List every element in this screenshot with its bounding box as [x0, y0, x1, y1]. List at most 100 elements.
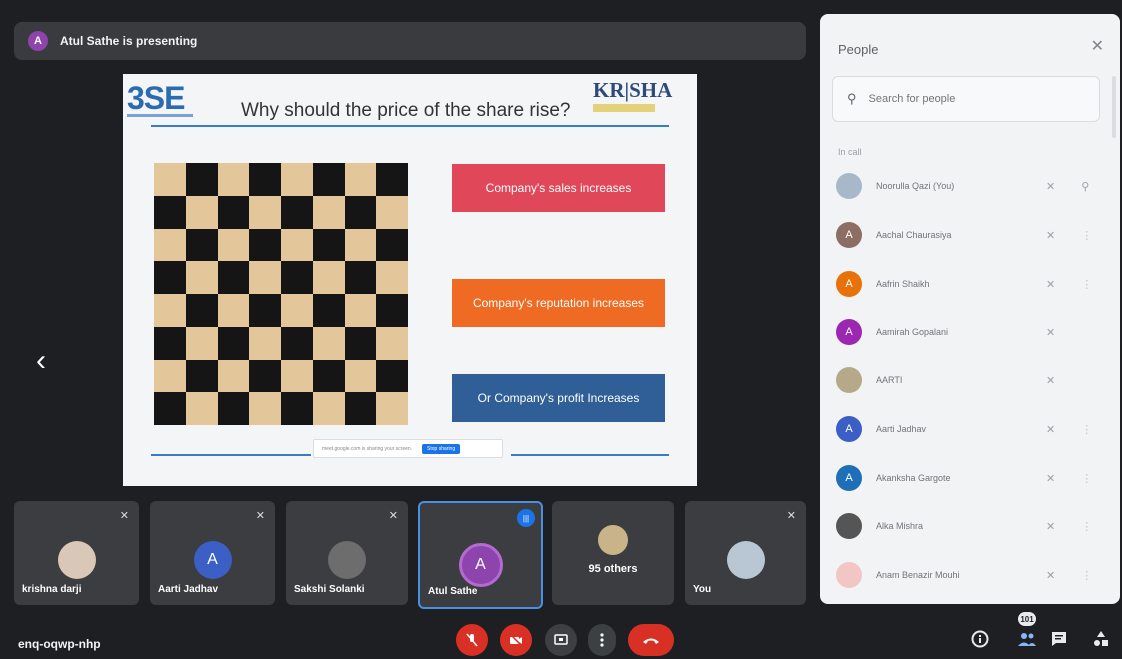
participant-avatar: A — [193, 541, 232, 579]
chessboard-image — [154, 163, 408, 425]
mic-off-icon: ✕ — [1046, 472, 1056, 485]
bse-logo-underline — [127, 114, 193, 117]
activities-icon — [1094, 631, 1108, 646]
activities-button[interactable] — [1088, 626, 1114, 652]
more-options-icon[interactable]: ⋮ — [1081, 472, 1092, 485]
footer-rule-left — [151, 454, 311, 456]
leave-call-button[interactable] — [628, 624, 674, 656]
slide-title: Why should the price of the share rise? — [241, 100, 571, 121]
camera-toggle-button[interactable] — [500, 624, 532, 656]
people-panel: People ✕ ⚲ In call Noorulla Qazi (You) ✕… — [820, 14, 1120, 604]
person-row[interactable]: Alka Mishra ✕ ⋮ — [836, 506, 1104, 546]
people-search-box[interactable]: ⚲ — [832, 76, 1100, 122]
more-options-icon[interactable]: ⋮ — [1081, 569, 1092, 582]
person-name: Anam Benazir Mouhi — [876, 570, 960, 580]
person-row[interactable]: A Aachal Chaurasiya ✕ ⋮ — [836, 215, 1104, 255]
self-photo — [726, 541, 765, 579]
participant-count-badge: 101 — [1018, 612, 1036, 626]
present-screen-button[interactable] — [545, 624, 577, 656]
presenting-label: Atul Sathe is presenting — [60, 34, 198, 48]
more-vert-icon — [600, 633, 604, 647]
people-icon — [1018, 633, 1036, 646]
person-row[interactable]: AARTI ✕ — [836, 360, 1104, 400]
mic-off-icon: ✕ — [1046, 278, 1056, 291]
people-button[interactable] — [1014, 626, 1040, 652]
participant-name: Atul Sathe — [428, 586, 478, 597]
slide-box-profit: Or Company's profit Increases — [452, 374, 665, 422]
participant-tile-active-speaker[interactable]: ||| A Atul Sathe — [418, 501, 543, 609]
chat-icon — [1052, 632, 1066, 646]
person-name: Aachal Chaurasiya — [876, 230, 952, 240]
participant-name: Sakshi Solanki — [294, 584, 365, 595]
person-avatar: A — [836, 271, 862, 297]
share-bar-text: meet.google.com is sharing your screen. — [322, 445, 413, 452]
present-icon — [554, 634, 568, 645]
person-name: Aamirah Gopalani — [876, 327, 949, 337]
previous-page-button[interactable]: ‹ — [36, 346, 46, 376]
more-options-icon[interactable]: ⋮ — [1081, 278, 1092, 291]
krisha-logo-bar — [593, 104, 655, 112]
others-count: 95 others — [588, 563, 638, 575]
mic-off-icon: ✕ — [255, 510, 265, 522]
person-photo — [836, 513, 862, 539]
panel-title: People — [838, 42, 879, 57]
person-name: Akanksha Gargote — [876, 473, 951, 483]
others-tile[interactable]: 95 others — [552, 501, 674, 605]
mic-off-icon: ✕ — [1046, 374, 1056, 387]
pin-icon[interactable]: ⚲ — [1081, 180, 1089, 193]
more-options-icon[interactable]: ⋮ — [1081, 520, 1092, 533]
person-row[interactable]: Anam Benazir Mouhi ✕ ⋮ — [836, 555, 1104, 595]
screen-share-bar: meet.google.com is sharing your screen. … — [313, 439, 503, 458]
in-call-section-label: In call — [838, 147, 862, 157]
person-avatar: A — [836, 222, 862, 248]
more-options-icon[interactable]: ⋮ — [1081, 423, 1092, 436]
person-name: Alka Mishra — [876, 521, 924, 531]
participant-tile[interactable]: ✕ krishna darji — [14, 501, 139, 605]
mic-off-icon: ✕ — [1046, 180, 1056, 193]
person-photo — [836, 367, 862, 393]
mic-off-icon: ✕ — [1046, 569, 1056, 582]
person-row[interactable]: A Akanksha Gargote ✕ ⋮ — [836, 458, 1104, 498]
person-avatar: A — [836, 319, 862, 345]
self-name: You — [693, 584, 712, 595]
mic-toggle-button[interactable] — [456, 624, 488, 656]
person-avatar: A — [836, 465, 862, 491]
people-search-input[interactable] — [866, 92, 1081, 106]
participant-tile[interactable]: ✕ Sakshi Solanki — [286, 501, 408, 605]
presenter-avatar: A — [28, 31, 48, 51]
info-icon — [971, 630, 989, 648]
title-rule — [151, 125, 669, 127]
mic-off-icon: ✕ — [786, 510, 796, 522]
participant-photo — [57, 541, 96, 579]
participant-tile[interactable]: ✕ A Aarti Jadhav — [150, 501, 275, 605]
stop-sharing-button[interactable]: Stop sharing — [422, 443, 461, 454]
mic-off-icon: ✕ — [1046, 520, 1056, 533]
close-panel-icon[interactable]: ✕ — [1091, 36, 1104, 56]
person-name: Noorulla Qazi (You) — [876, 181, 955, 191]
person-avatar: A — [836, 416, 862, 442]
person-name: Aafrin Shaikh — [876, 279, 930, 289]
mic-off-icon: ✕ — [119, 510, 129, 522]
participant-name: Aarti Jadhav — [158, 584, 219, 595]
person-row[interactable]: A Aafrin Shaikh ✕ ⋮ — [836, 264, 1104, 304]
mic-off-icon: ✕ — [388, 510, 398, 522]
person-row[interactable]: Noorulla Qazi (You) ✕ ⚲ — [836, 166, 1104, 206]
others-avatars — [598, 525, 628, 555]
bse-logo: 3SE — [127, 80, 185, 116]
slide-box-sales: Company's sales increases — [452, 164, 665, 212]
krisha-logo: KR|SHA — [593, 78, 673, 102]
self-tile[interactable]: ✕ You — [685, 501, 806, 605]
panel-scrollbar[interactable] — [1112, 76, 1116, 138]
speaking-indicator-icon: ||| — [517, 509, 535, 527]
participant-name: krishna darji — [22, 584, 82, 595]
person-row[interactable]: A Aarti Jadhav ✕ ⋮ — [836, 409, 1104, 449]
mic-off-icon: ✕ — [1046, 423, 1056, 436]
person-name: Aarti Jadhav — [876, 424, 927, 434]
more-options-icon[interactable]: ⋮ — [1081, 229, 1092, 242]
more-options-button[interactable] — [588, 624, 616, 656]
mic-off-icon — [466, 633, 478, 647]
chat-button[interactable] — [1046, 626, 1072, 652]
mic-off-icon: ✕ — [1046, 326, 1056, 339]
person-row[interactable]: A Aamirah Gopalani ✕ — [836, 312, 1104, 352]
meeting-details-button[interactable] — [967, 626, 993, 652]
